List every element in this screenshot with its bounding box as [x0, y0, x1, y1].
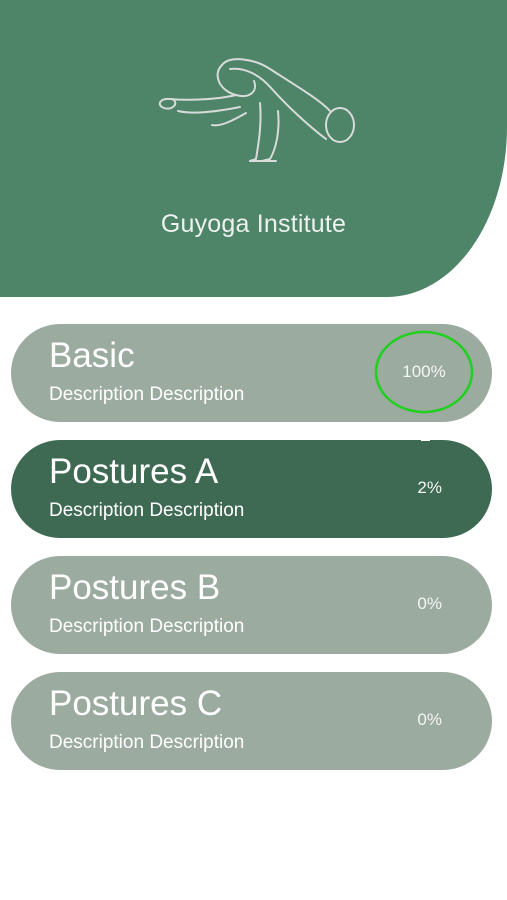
course-description: Description Description [49, 384, 245, 405]
course-title: Postures C [49, 684, 223, 723]
course-progress: 0% [417, 594, 442, 613]
header-banner: Guyoga Institute [0, 0, 507, 297]
course-description: Description Description [49, 500, 245, 521]
course-description: Description Description [49, 732, 245, 753]
course-description: Description Description [49, 616, 245, 637]
brand-name: Guyoga Institute [160, 210, 347, 238]
course-progress: 2% [417, 478, 442, 497]
course-title: Postures B [49, 568, 221, 607]
course-card-postures-c[interactable]: Postures C Description Description 0% [11, 672, 492, 770]
course-title: Postures A [49, 452, 219, 491]
course-card-basic[interactable]: Basic Description Description 100% [11, 324, 492, 422]
course-progress: 100% [402, 362, 446, 381]
yoga-crow-pose-icon [158, 58, 355, 162]
course-progress: 0% [417, 710, 442, 729]
course-title: Basic [49, 336, 135, 375]
course-card-postures-b[interactable]: Postures B Description Description 0% [11, 556, 492, 654]
progress-indicator-mark [421, 439, 430, 441]
course-card-postures-a[interactable]: Postures A Description Description 2% [11, 440, 492, 538]
